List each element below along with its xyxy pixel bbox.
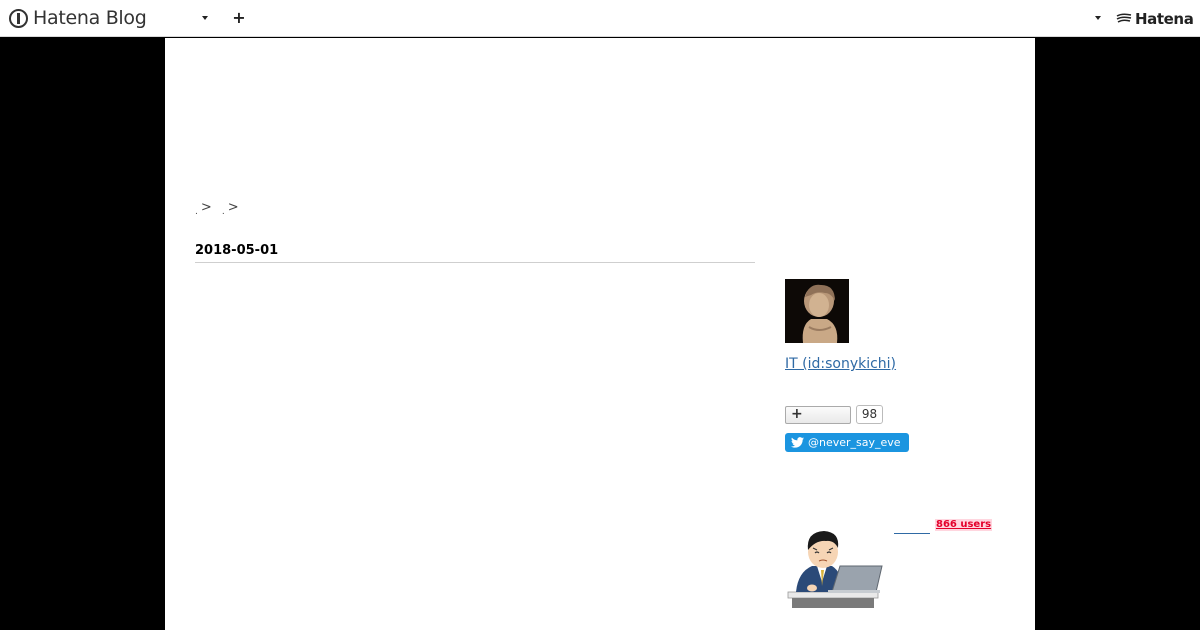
twitter-handle: @never_say_eve [808, 436, 901, 449]
follower-count: 98 [856, 405, 883, 424]
hatena-wing-icon [1116, 13, 1132, 23]
chevron-down-icon[interactable] [1095, 16, 1101, 20]
global-header: Hatena Blog + Hatena [0, 0, 1200, 37]
bookmark-users-badge[interactable]: 866 users [935, 519, 993, 531]
follow-button[interactable]: + [785, 406, 851, 424]
brand-name: Hatena Blog [33, 7, 147, 29]
hatena-logo[interactable]: Hatena [1116, 9, 1194, 29]
hatena-name: Hatena [1135, 10, 1194, 28]
archive-date[interactable]: 2018-05-01 [195, 243, 278, 258]
add-post-button[interactable]: + [232, 9, 246, 27]
illustration-image [787, 531, 883, 608]
blog-content: . > . > 2018-05-01 IT (id:sonykichi) + 98 … [165, 38, 1035, 630]
hatena-blog-logo[interactable]: Hatena Blog [9, 6, 147, 30]
twitter-bird-icon [791, 437, 804, 448]
breadcrumb-separator: > [227, 200, 239, 215]
breadcrumb-separator: > [200, 200, 212, 215]
twitter-follow-button[interactable]: @never_say_eve [785, 433, 909, 452]
hatena-bookmark-link[interactable] [894, 533, 930, 534]
profile-link[interactable]: IT (id:sonykichi) [785, 356, 896, 372]
hatena-blog-icon [9, 8, 28, 28]
plus-icon: + [791, 406, 803, 422]
breadcrumb: . > . > [195, 200, 245, 217]
worried-office-worker-illustration[interactable] [786, 526, 884, 612]
chevron-down-icon[interactable] [202, 16, 208, 20]
divider [195, 262, 755, 263]
breadcrumb-item[interactable]: . [222, 207, 225, 217]
beethoven-bust-image [785, 279, 849, 343]
avatar[interactable] [785, 279, 849, 343]
breadcrumb-item[interactable]: . [195, 207, 198, 217]
